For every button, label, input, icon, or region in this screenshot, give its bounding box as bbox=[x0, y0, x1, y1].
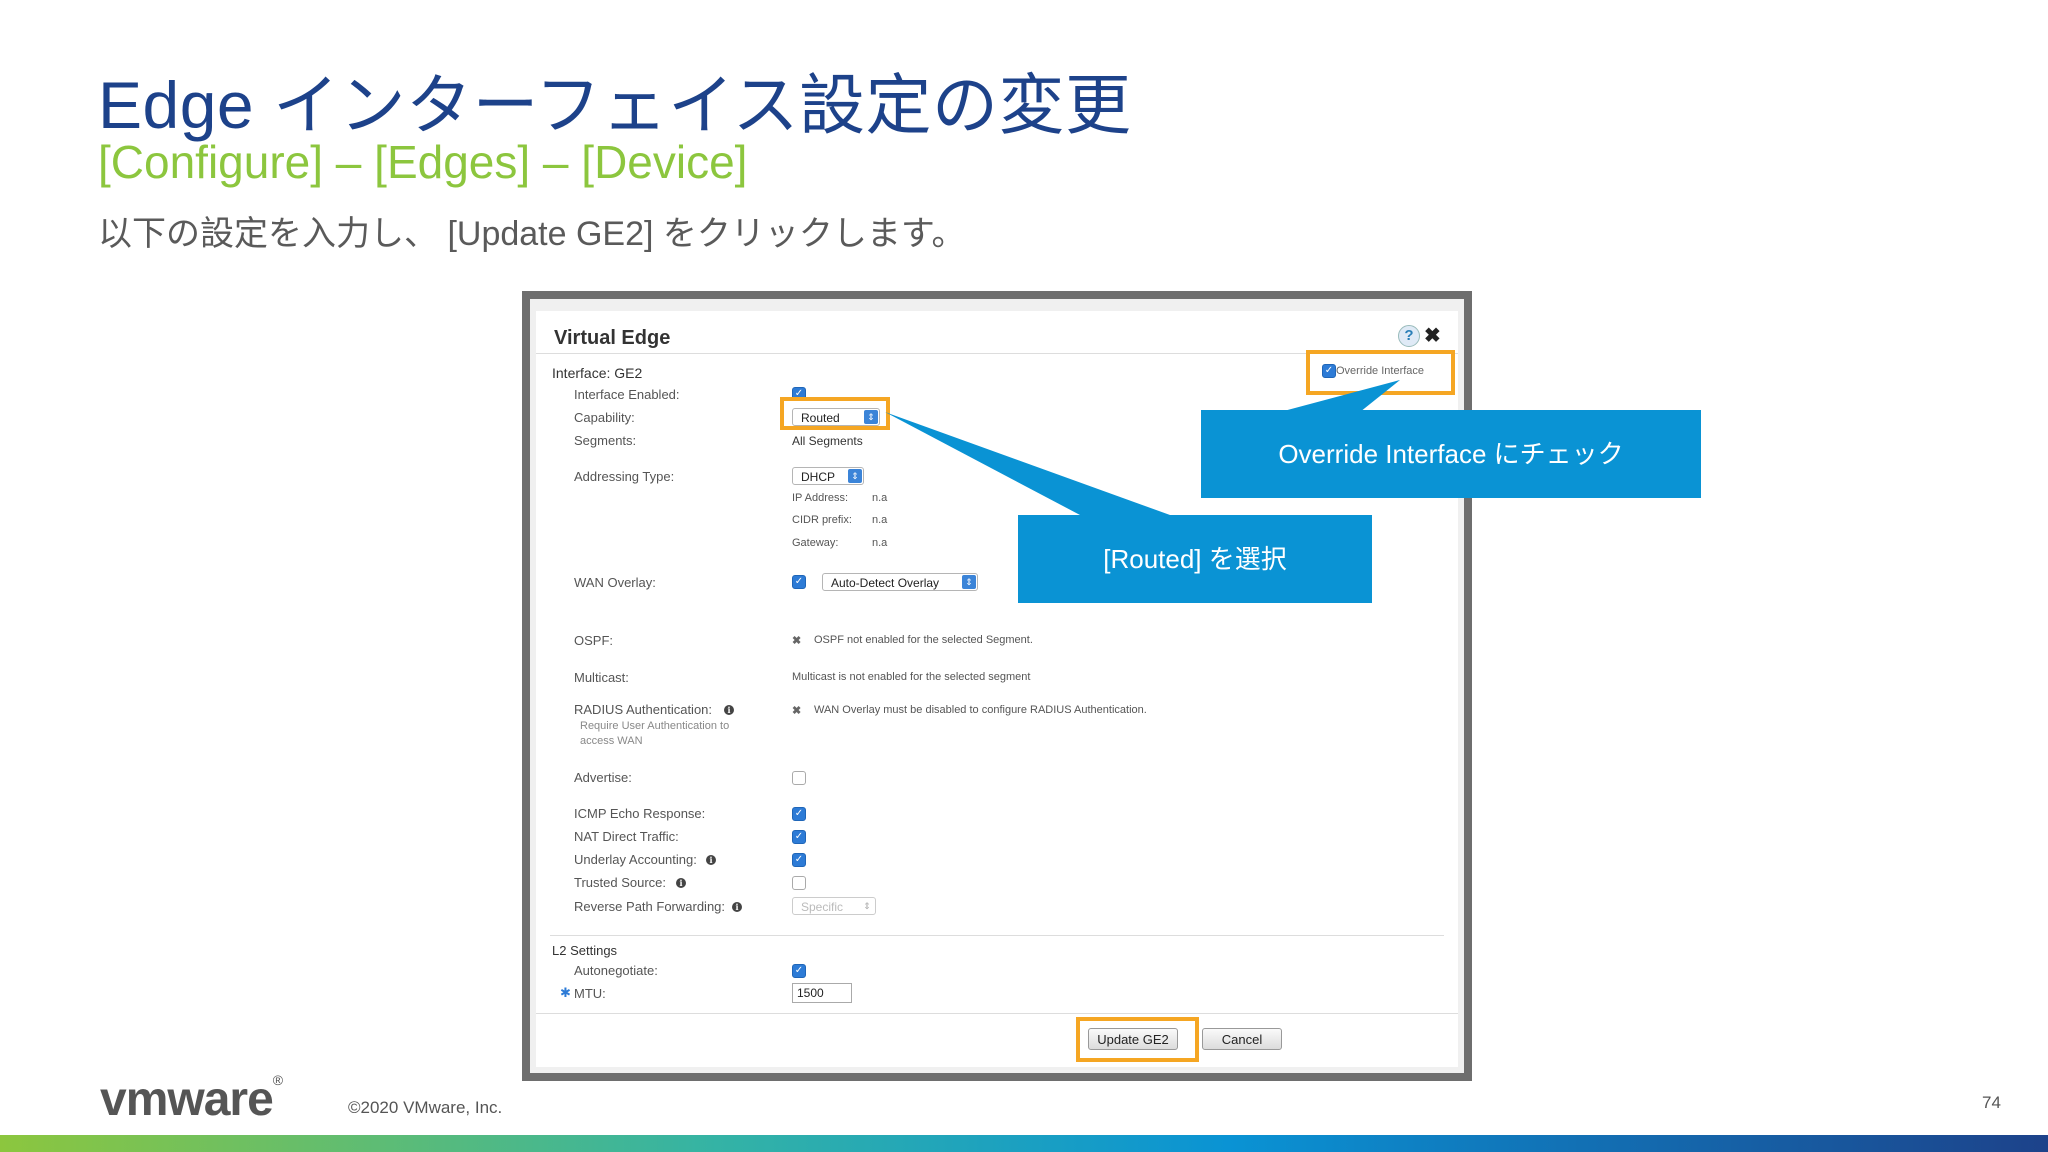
routed-callout: [Routed] を選択 bbox=[1018, 515, 1372, 603]
routed-callout-pointer bbox=[885, 412, 1170, 515]
override-callout-pointer bbox=[1280, 380, 1400, 412]
override-callout: Override Interface にチェック bbox=[1201, 410, 1701, 498]
page-number: 74 bbox=[1982, 1093, 2001, 1112]
footer-gradient-bar bbox=[0, 1135, 2048, 1152]
copyright: ©2020 VMware, Inc. bbox=[348, 1098, 503, 1117]
vmware-logo: vmware® bbox=[100, 1072, 283, 1126]
